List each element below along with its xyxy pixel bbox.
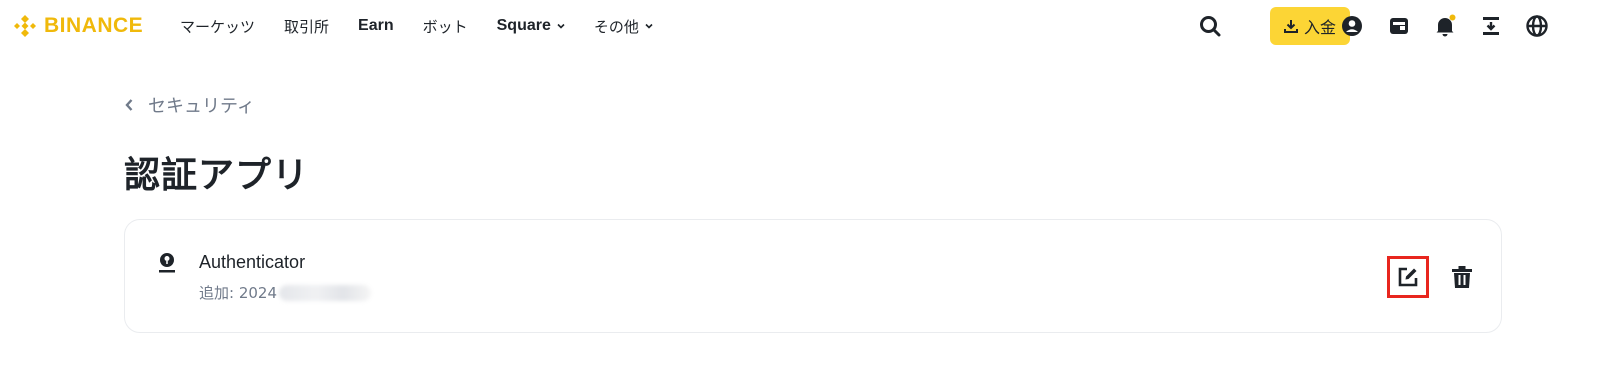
logo-text: BINANCE <box>44 14 144 37</box>
account-button[interactable] <box>1339 13 1365 39</box>
main-nav: マーケッツ 取引所 Earn ボット Square その他 <box>180 14 682 38</box>
binance-logo[interactable]: BINANCE <box>12 12 143 40</box>
search-button[interactable] <box>1197 13 1223 39</box>
edit-button[interactable] <box>1387 256 1429 298</box>
authenticator-name: Authenticator <box>199 252 306 272</box>
authenticator-card: Authenticator 追加: 2024 <box>124 219 1502 333</box>
nav-earn-label: Earn <box>358 17 394 34</box>
wallet-icon <box>1390 18 1408 34</box>
nav-earn[interactable]: Earn <box>358 17 394 35</box>
nav-bots[interactable]: ボット <box>423 16 468 37</box>
notification-button[interactable] <box>1432 13 1458 39</box>
language-icon <box>1526 15 1548 37</box>
breadcrumb[interactable]: セキュリティ <box>124 92 255 118</box>
nav-markets-label: マーケッツ <box>180 17 256 36</box>
page-title: 認証アプリ <box>124 155 310 196</box>
nav-more[interactable]: その他 <box>594 16 653 37</box>
edit-icon <box>1398 267 1418 287</box>
wallet-button[interactable] <box>1386 13 1412 39</box>
nav-bots-label: ボット <box>422 17 468 36</box>
chevron-down-icon <box>645 23 653 29</box>
chevron-down-icon <box>557 23 565 29</box>
nav-square[interactable]: Square <box>497 17 565 35</box>
trash-icon <box>1452 266 1472 288</box>
notification-icon <box>1436 14 1456 37</box>
nav-square-label: Square <box>496 17 551 34</box>
chevron-left-icon <box>125 99 133 111</box>
search-icon <box>1200 16 1221 37</box>
nav-exchange[interactable]: 取引所 <box>284 16 329 37</box>
download-icon <box>1283 20 1298 33</box>
nav-exchange-label: 取引所 <box>284 17 330 36</box>
delete-button[interactable] <box>1447 262 1477 292</box>
breadcrumb-label: セキュリティ <box>148 96 255 117</box>
binance-logo-icon <box>14 15 36 37</box>
nav-more-label: その他 <box>593 17 639 36</box>
account-icon <box>1342 16 1362 36</box>
download-app-icon <box>1483 17 1499 35</box>
redacted-date <box>279 284 371 301</box>
deposit-button[interactable]: 入金 <box>1270 7 1350 45</box>
language-button[interactable] <box>1524 13 1550 39</box>
app-download-button[interactable] <box>1478 13 1504 39</box>
deposit-label: 入金 <box>1303 18 1336 37</box>
added-date-label: 追加: 2024 <box>199 284 277 302</box>
nav-markets[interactable]: マーケッツ <box>180 16 255 37</box>
top-header: BINANCE マーケッツ 取引所 Earn ボット Square その他 入金 <box>0 0 1600 52</box>
authenticator-icon <box>159 253 175 273</box>
authenticator-added-date: 追加: 2024 <box>199 282 371 303</box>
